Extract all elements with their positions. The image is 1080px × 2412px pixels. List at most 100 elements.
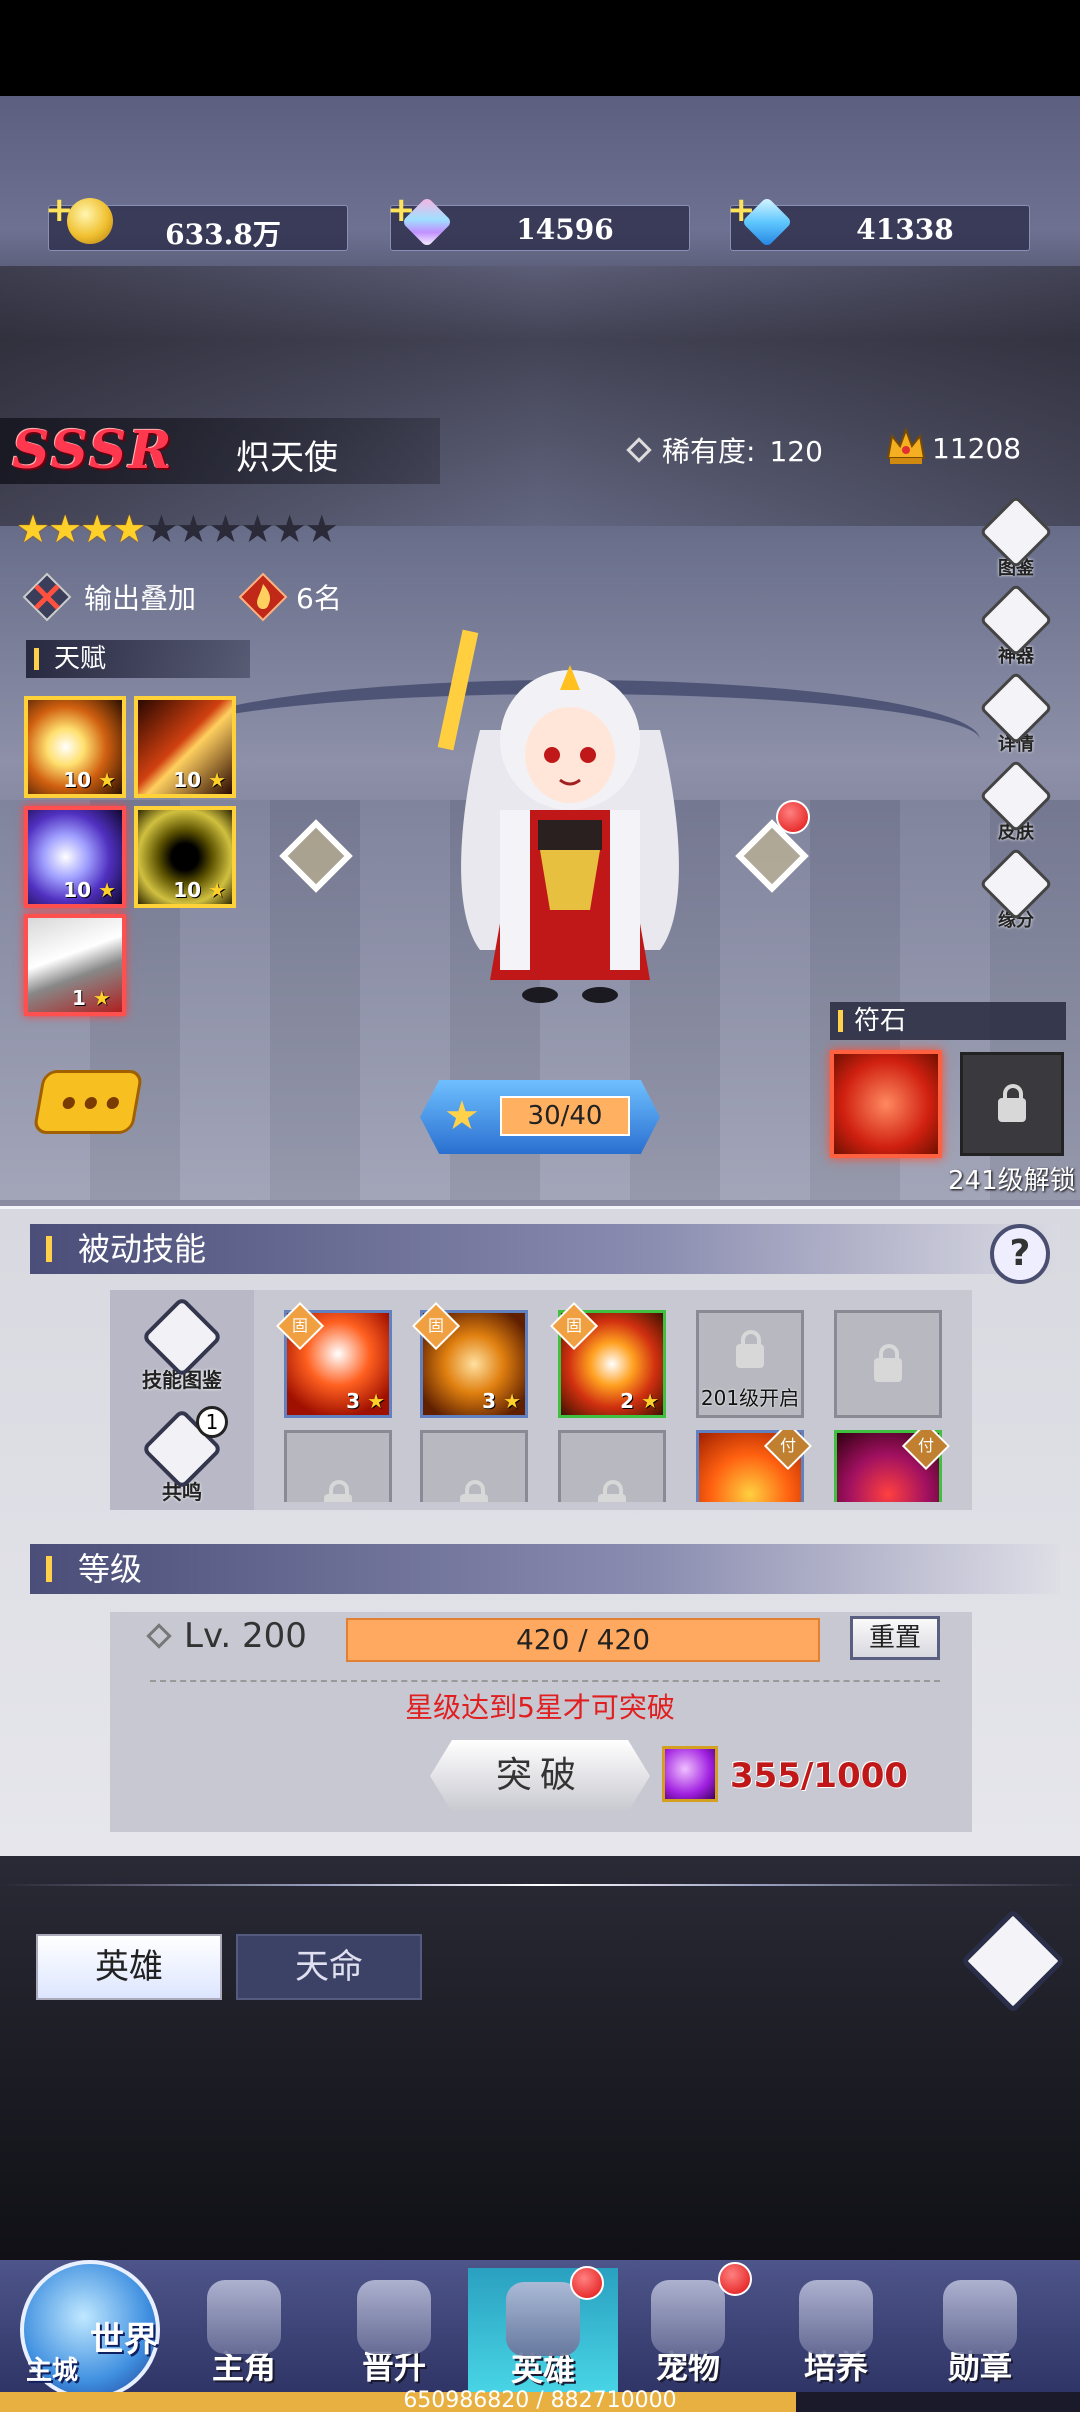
reset-button[interactable]: 重置 xyxy=(850,1616,940,1660)
purple-orb-icon xyxy=(662,1746,718,1802)
tab-destiny[interactable]: 天命 xyxy=(236,1934,422,2000)
fixed-badge-label: 固 xyxy=(565,1315,583,1335)
star-empty-icon: ★ xyxy=(240,507,275,551)
lock-icon xyxy=(736,1330,764,1368)
rune-slot-2-locked[interactable] xyxy=(960,1052,1064,1156)
level-exp-bar: 420 / 420 xyxy=(346,1618,820,1662)
lock-icon xyxy=(598,1480,626,1502)
star-arrow-icon: ★ xyxy=(444,1093,480,1139)
hero-rarity: 稀有度: 120 xyxy=(626,430,823,470)
rune-unlock-text: 241级解锁 xyxy=(948,1166,1076,1196)
nav-medal[interactable]: 勋章 xyxy=(920,2280,1040,2390)
rune-slot-1[interactable] xyxy=(830,1050,942,1158)
passive-skill-9[interactable]: 付 xyxy=(696,1430,813,1502)
resource-rainbow-diamond[interactable]: + 14596 xyxy=(387,190,690,251)
skill-unlock-text: 201级开启 xyxy=(700,1386,800,1410)
codex-button[interactable]: 图鉴 xyxy=(979,495,1053,586)
passive-skill-7-locked[interactable] xyxy=(420,1430,528,1502)
grade-badge-label: 付 xyxy=(779,1435,797,1455)
passive-skill-8-locked[interactable] xyxy=(558,1430,666,1502)
star-filled-icon: ★ xyxy=(112,507,146,551)
level-title: 等级 xyxy=(30,1544,1060,1594)
flame-icon xyxy=(238,572,288,622)
rarity-label: 稀有度: xyxy=(662,435,756,468)
star-filled-icon: ★ xyxy=(80,507,114,551)
crown-icon xyxy=(886,427,926,464)
artifact-button[interactable]: 神器 xyxy=(979,583,1053,674)
star-upgrade-progress[interactable]: ★ 30/40 xyxy=(420,1080,660,1154)
talent-item-1[interactable]: 10 ★ xyxy=(24,696,126,798)
talent-item-4[interactable]: 10 ★ xyxy=(134,806,236,908)
power-value: 11208 xyxy=(932,432,1022,465)
bond-button[interactable]: 缘分 xyxy=(979,847,1053,938)
player-exp-text: 650986820 / 882710000 xyxy=(403,2388,677,2412)
star-empty-icon: ★ xyxy=(272,507,307,551)
hero-screen: { "resources": [ {"icon": "gold-coin-ico… xyxy=(0,0,1080,2412)
passive-skill-10[interactable]: 付 xyxy=(834,1430,951,1502)
rune-title: 符石 xyxy=(830,1002,1066,1040)
nav-protagonist[interactable]: 主角 xyxy=(184,2280,304,2390)
passive-skill-6-locked[interactable] xyxy=(284,1430,392,1502)
help-button[interactable]: ? xyxy=(990,1224,1050,1284)
fixed-badge: 固 xyxy=(549,1301,599,1351)
talent-level: 1 ★ xyxy=(72,986,111,1010)
talent-item-3[interactable]: 10 ★ xyxy=(24,806,126,908)
hero-stars: ★★★★★★★★★★ xyxy=(16,507,339,551)
hero-notification-dot xyxy=(570,2266,604,2300)
grade-badge-label: 付 xyxy=(917,1435,935,1455)
level-label: Lv. 200 xyxy=(146,1616,307,1656)
chat-dot xyxy=(105,1097,120,1109)
rank-tag-label: 6名 xyxy=(296,582,342,615)
talent-item-5[interactable]: 1 ★ xyxy=(24,914,126,1016)
chat-button[interactable] xyxy=(32,1070,144,1134)
skill-level-value: 2 xyxy=(620,1389,635,1413)
resource-gold[interactable]: + 633.8万 xyxy=(45,190,348,251)
pet-icon xyxy=(651,2280,725,2354)
hero-character-sprite[interactable] xyxy=(420,610,720,1020)
level-value: Lv. 200 xyxy=(184,1616,307,1656)
tab-hero[interactable]: 英雄 xyxy=(36,1934,222,2000)
nav-pet[interactable]: 宠物 xyxy=(628,2280,748,2390)
hero-name: 炽天使 xyxy=(236,438,338,478)
breakthrough-material: 355/1000 xyxy=(730,1756,909,1796)
role-tag-label: 输出叠加 xyxy=(84,582,197,615)
passive-skill-4-locked[interactable]: 201级开启 xyxy=(696,1310,804,1418)
talent-level-value: 10 xyxy=(173,878,202,902)
gold-coin-icon xyxy=(67,198,113,244)
gold-value: 633.8万 xyxy=(165,218,281,251)
talent-title: 天赋 xyxy=(26,640,250,678)
star-empty-icon: ★ xyxy=(304,507,339,551)
star-empty-icon: ★ xyxy=(208,507,242,551)
talent-level: 10 ★ xyxy=(63,878,116,902)
resource-blue-diamond[interactable]: + 41338 xyxy=(727,190,1030,251)
talent-level-value: 10 xyxy=(63,878,92,902)
fixed-badge: 固 xyxy=(411,1301,461,1351)
passive-skill-2[interactable]: 固 3 ★ xyxy=(411,1301,528,1418)
resonance-badge: 1 xyxy=(196,1406,228,1438)
divider xyxy=(150,1680,940,1682)
world-button[interactable]: 世界 主城 xyxy=(10,2220,170,2400)
star-filled-icon: ★ xyxy=(48,507,82,551)
talent-level-value: 10 xyxy=(63,768,92,792)
fixed-badge: 固 xyxy=(275,1301,325,1351)
skill-level-value: 3 xyxy=(482,1389,497,1413)
breakthrough-button[interactable]: 突破 xyxy=(430,1740,650,1812)
details-button[interactable]: 详情 xyxy=(979,671,1053,762)
blue-diamond-value: 41338 xyxy=(856,213,954,246)
skill-codex-button[interactable]: 技能图鉴 xyxy=(140,1295,224,1393)
level-diamond-icon xyxy=(146,1623,172,1649)
world-sub-label: 主城 xyxy=(26,2356,79,2386)
talent-level: 10 ★ xyxy=(63,768,116,792)
talent-level-value: 10 xyxy=(173,768,202,792)
role-tag[interactable]: 输出叠加 xyxy=(22,572,196,622)
talent-item-2[interactable]: 10 ★ xyxy=(134,696,236,798)
skin-button[interactable]: 皮肤 xyxy=(979,759,1053,850)
nav-cultivate[interactable]: 培养 xyxy=(776,2280,896,2390)
passive-skill-1[interactable]: 固 3 ★ xyxy=(275,1301,392,1418)
passive-skill-3[interactable]: 固 2 ★ xyxy=(549,1301,666,1418)
player-exp-bar: 650986820 / 882710000 xyxy=(0,2388,1080,2412)
nav-promotion[interactable]: 晋升 xyxy=(334,2280,454,2390)
rarity-diamond-icon xyxy=(626,437,652,463)
rank-tag[interactable]: 6名 xyxy=(238,572,342,622)
passive-skill-5-locked[interactable] xyxy=(834,1310,942,1418)
